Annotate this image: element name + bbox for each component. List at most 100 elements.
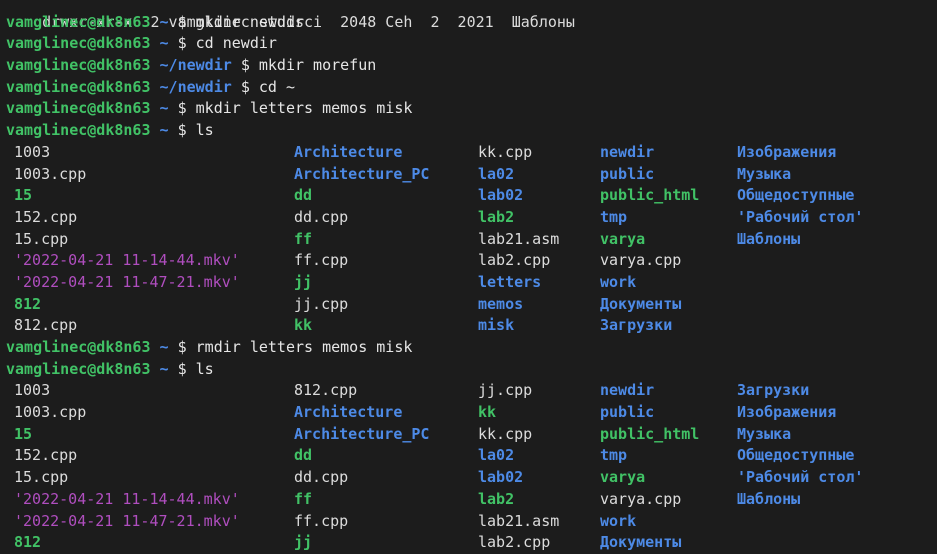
ls-entry: kk.cpp — [478, 142, 533, 161]
terminal-line-partial: drwxr-xr-x 2 vamglinec studsci 2048 Ceh … — [6, 0, 931, 31]
prompt-user: vamglinec@dk8n63 — [6, 338, 151, 356]
prompt-path: ~ — [159, 34, 169, 53]
ls-entry: ff.cpp — [294, 251, 349, 270]
ls-entry: varya.cpp — [600, 489, 682, 508]
ls-entry: jj.cpp — [294, 294, 349, 313]
ls-output-row: 15.cpp ff lab21.asm varya Шаблоны — [6, 229, 931, 251]
ls-entry: public — [600, 164, 655, 183]
prompt-line: vamglinec@dk8n63 ~ $ cd newdir — [6, 33, 931, 55]
ls-entry: Общедоступные — [737, 186, 855, 205]
ls-entry: Шаблоны — [737, 229, 801, 248]
ls-output-row: '2022-04-21 11-47-21.mkv' jj letters work — [6, 272, 931, 294]
prompt-symbol: $ — [177, 12, 187, 31]
ls-entry: varya.cpp — [600, 251, 682, 270]
prompt-path: ~/newdir — [159, 77, 232, 96]
ls-output-row: 1003.cpp Architecture_PC la02 public Музыка — [6, 164, 931, 186]
ls-entry: public — [600, 403, 655, 422]
ls-entry: lab02 — [478, 468, 524, 487]
prompt-user: vamglinec@dk8n63 — [6, 359, 151, 378]
ls-entry: kk — [294, 316, 313, 335]
ls-entry: public_html — [600, 424, 700, 443]
prompt-line: vamglinec@dk8n63 ~ $ ls — [6, 120, 931, 142]
ls-entry: tmp — [600, 446, 628, 465]
ls-entry: varya — [600, 229, 646, 248]
ls-entry: ff.cpp — [294, 511, 349, 530]
ls-entry: newdir — [600, 381, 655, 400]
prompt-path: ~ — [159, 338, 169, 356]
ls-output-row: 1003 812.cpp jj.cpp newdir Загрузки — [6, 380, 931, 402]
ls-entry: 'Рабочий стол' — [737, 207, 864, 226]
ls-entry: Architecture_PC — [294, 424, 430, 443]
ls-entry: memos — [478, 294, 524, 313]
terminal-window[interactable]: drwxr-xr-x 2 vamglinec studsci 2048 Ceh … — [6, 0, 931, 554]
prompt-line: vamglinec@dk8n63 ~/newdir $ mkdir morefu… — [6, 55, 931, 77]
prompt-path: ~ — [159, 12, 169, 31]
ls-entry: work — [600, 511, 637, 530]
ls-entry: Architecture_PC — [294, 164, 430, 183]
ls-output-row: '2022-04-21 11-14-44.mkv' ff lab2 varya.cpp… — [6, 489, 931, 511]
ls-entry: la02 — [478, 164, 515, 183]
prompt-user: vamglinec@dk8n63 — [6, 34, 151, 53]
command-text: cd newdir — [195, 34, 277, 53]
ls-output-row: 1003 Architecture kk.cpp newdir Изображения — [6, 142, 931, 164]
ls-entry: ff — [294, 489, 313, 508]
ls-output-row: 152.cpp dd la02 tmp Общедоступные — [6, 445, 931, 467]
ls-entry: tmp — [600, 207, 628, 226]
ls-entry: jj — [294, 533, 313, 552]
ls-entry: Загрузки — [600, 316, 673, 335]
ls-entry: Шаблоны — [737, 489, 801, 508]
ls-entry: Документы — [600, 533, 682, 552]
prompt-symbol: $ — [240, 56, 250, 75]
ls-entry: Музыка — [737, 424, 792, 443]
ls-entry: 'Рабочий стол' — [737, 468, 864, 487]
ls-entry: lab21.asm — [478, 511, 560, 530]
ls-entry: jj — [294, 272, 313, 291]
prompt-line: vamglinec@dk8n63 ~ $ rmdir letters memos… — [6, 337, 931, 359]
ls-output-row: 812.cpp kk misk Загрузки — [6, 315, 931, 337]
prompt-symbol: $ — [177, 338, 187, 356]
command-text: ls — [195, 359, 214, 378]
prompt-user: vamglinec@dk8n63 — [6, 56, 151, 75]
prompt-user: vamglinec@dk8n63 — [6, 77, 151, 96]
prompt-symbol: $ — [177, 34, 187, 53]
ls-entry: Architecture — [294, 403, 403, 422]
ls-entry: varya — [600, 468, 646, 487]
prompt-user: vamglinec@dk8n63 — [6, 99, 151, 118]
ls-entry: newdir — [600, 142, 655, 161]
ls-entry: Изображения — [737, 142, 837, 161]
prompt-path: ~ — [159, 99, 169, 118]
ls-entry: 15 — [14, 424, 33, 443]
ls-entry: letters — [478, 272, 542, 291]
ls-entry: lab2 — [478, 207, 515, 226]
prompt-user: vamglinec@dk8n63 — [6, 121, 151, 140]
ls-entry: 1003 — [14, 381, 51, 400]
ls-entry: 15.cpp — [14, 468, 69, 487]
ls-entry: dd — [294, 446, 313, 465]
ls-entry: Общедоступные — [737, 446, 855, 465]
ls-output-row: 812 jj.cpp memos Документы — [6, 294, 931, 316]
terminal-output: vamglinec@dk8n63 ~ $ mkdir newdir vamglin… — [6, 12, 931, 554]
ls-entry: lab2 — [478, 489, 515, 508]
ls-entry: dd.cpp — [294, 207, 349, 226]
prompt-line: vamglinec@dk8n63 ~ $ mkdir newdir — [6, 12, 931, 34]
ls-entry: '2022-04-21 11-14-44.mkv' — [14, 251, 240, 270]
ls-entry: public_html — [600, 186, 700, 205]
ls-output-row: 15 dd lab02 public_html Общедоступные — [6, 185, 931, 207]
ls-output-row: 1003.cpp Architecture kk public Изображения — [6, 402, 931, 424]
command-text: ls — [195, 121, 214, 140]
ls-output-row: 152.cpp dd.cpp lab2 tmp 'Рабочий стол' — [6, 207, 931, 229]
command-text: cd ~ — [258, 77, 295, 96]
ls-entry: 1003.cpp — [14, 164, 87, 183]
prompt-line: vamglinec@dk8n63 ~/newdir $ cd ~ — [6, 77, 931, 99]
command-text: mkdir newdir — [195, 12, 305, 31]
ls-entry: kk.cpp — [478, 424, 533, 443]
prompt-symbol: $ — [177, 359, 187, 378]
prompt-line: vamglinec@dk8n63 ~ $ ls — [6, 359, 931, 381]
ls-entry: Architecture — [294, 142, 403, 161]
ls-entry: lab02 — [478, 186, 524, 205]
ls-output-row: '2022-04-21 11-14-44.mkv' ff.cpp lab2.cpp v… — [6, 250, 931, 272]
ls-entry: 812 — [14, 294, 42, 313]
ls-entry: Изображения — [737, 403, 837, 422]
ls-output-row: 812 jj lab2.cpp Документы — [6, 532, 931, 554]
ls-entry: dd — [294, 186, 313, 205]
